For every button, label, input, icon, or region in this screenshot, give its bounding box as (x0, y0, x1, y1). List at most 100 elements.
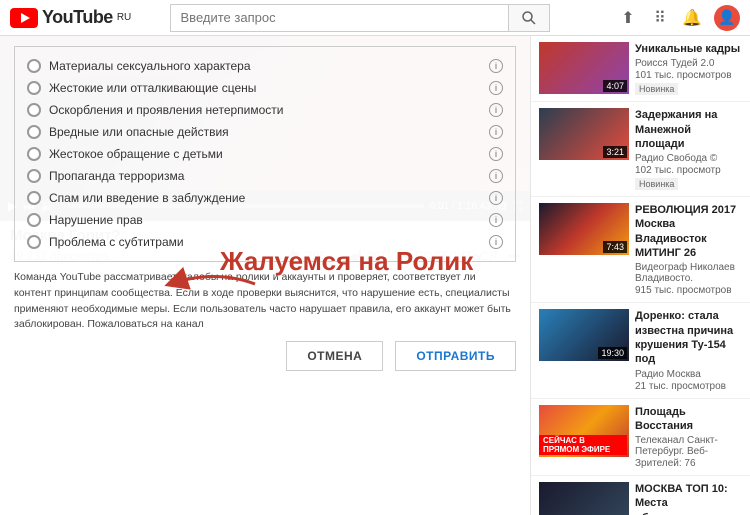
video-thumbnail: 3:21 (539, 108, 629, 160)
video-duration: 3:21 (603, 146, 627, 158)
sidebar-view-count: Зрителей: 76 (635, 458, 742, 469)
logo-text: YouTube (42, 7, 113, 28)
radio-button[interactable] (27, 59, 41, 73)
report-item-label: Жестокие или отталкивающие сцены (49, 81, 256, 95)
radio-button[interactable] (27, 235, 41, 249)
sidebar-video-info: Уникальные кадры Роисся Тудей 2.0 101 ты… (635, 42, 742, 95)
info-icon[interactable]: i (489, 169, 503, 183)
video-thumbnail: СЕЙЧАС В ПРЯМОМ ЭФИРЕ (539, 405, 629, 457)
search-button[interactable] (508, 4, 550, 32)
report-item-label: Нарушение прав (49, 213, 143, 227)
info-icon[interactable]: i (489, 213, 503, 227)
radio-button[interactable] (27, 169, 41, 183)
search-input[interactable] (170, 4, 508, 32)
info-icon[interactable]: i (489, 235, 503, 249)
report-item-label: Жестокое обращение с детьми (49, 147, 223, 161)
report-item[interactable]: Жестокое обращение с детьми i (27, 143, 503, 165)
radio-button[interactable] (27, 125, 41, 139)
sidebar-channel-name: Видеограф Николаев Владивосто. (635, 262, 742, 284)
report-item-label: Спам или введение в заблуждение (49, 191, 245, 205)
radio-button[interactable] (27, 103, 41, 117)
search-icon (521, 10, 537, 26)
video-thumbnail: 19:30 (539, 309, 629, 361)
sidebar-video-item[interactable]: 5:56 МОСКВА ТОП 10: Места обязательные к… (531, 476, 750, 515)
report-item[interactable]: Материалы сексуального характера i (27, 55, 503, 77)
upload-icon[interactable]: ⬆ (618, 8, 638, 28)
sidebar-video-title: Доренко: стала известна причина крушения… (635, 309, 742, 366)
report-item-label: Пропаганда терроризма (49, 169, 184, 183)
report-item[interactable]: Проблема с субтитрами i (27, 231, 503, 253)
search-area (170, 4, 550, 32)
report-items-container: Материалы сексуального характера i Жесто… (27, 55, 503, 253)
report-footer: ОТМЕНА ОТПРАВИТЬ (14, 341, 516, 371)
report-item[interactable]: Жестокие или отталкивающие сцены i (27, 77, 503, 99)
content-area: ▶ ⏭ 🔊 0:01 / 1:16:43 ⚙ ⛶ Москва Горит? 1… (0, 36, 530, 515)
main: ▶ ⏭ 🔊 0:01 / 1:16:43 ⚙ ⛶ Москва Горит? 1… (0, 36, 750, 515)
sidebar-video-title: Площадь Восстания (635, 405, 742, 434)
video-duration: 4:07 (603, 80, 627, 92)
new-badge: Новинка (635, 178, 678, 190)
sidebar-video-title: МОСКВА ТОП 10: Места обязательные к посе… (635, 482, 742, 515)
video-duration: 7:43 (603, 241, 627, 253)
youtube-logo-icon (10, 8, 38, 28)
sidebar: 4:07 Уникальные кадры Роисся Тудей 2.0 1… (530, 36, 750, 515)
info-icon[interactable]: i (489, 103, 503, 117)
cancel-button[interactable]: ОТМЕНА (286, 341, 383, 371)
report-item-label: Материалы сексуального характера (49, 59, 251, 73)
report-description: Команда YouTube рассматривает жалобы на … (14, 270, 516, 333)
sidebar-channel-name: Радио Свобода © (635, 153, 742, 164)
report-item[interactable]: Оскорбления и проявления нетерпимости i (27, 99, 503, 121)
sidebar-view-count: 102 тыс. просмотр (635, 165, 742, 176)
grid-icon[interactable]: ⠿ (650, 8, 670, 28)
report-item-label: Вредные или опасные действия (49, 125, 229, 139)
logo-ru: RU (117, 12, 131, 23)
video-thumbnail: 7:43 (539, 203, 629, 255)
sidebar-video-title: Уникальные кадры (635, 42, 742, 56)
header: YouTube RU ⬆ ⠿ 🔔 👤 (0, 0, 750, 36)
sidebar-view-count: 915 тыс. просмотров (635, 285, 742, 296)
avatar[interactable]: 👤 (714, 5, 740, 31)
sidebar-video-info: Задержания на Манежной площади Радио Сво… (635, 108, 742, 190)
sidebar-channel-name: Радио Москва (635, 369, 742, 380)
sidebar-video-info: Площадь Восстания Телеканал Санкт-Петерб… (635, 405, 742, 470)
report-options-box: Материалы сексуального характера i Жесто… (14, 46, 516, 262)
sidebar-video-info: Доренко: стала известна причина крушения… (635, 309, 742, 391)
sidebar-video-item[interactable]: 7:43 РЕВОЛЮЦИЯ 2017 Москва Владивосток М… (531, 197, 750, 303)
info-icon[interactable]: i (489, 59, 503, 73)
new-badge: Новинка (635, 83, 678, 95)
report-item[interactable]: Спам или введение в заблуждение i (27, 187, 503, 209)
header-icons: ⬆ ⠿ 🔔 👤 (618, 5, 740, 31)
sidebar-video-item[interactable]: 3:21 Задержания на Манежной площади Ради… (531, 102, 750, 197)
video-duration: 19:30 (598, 347, 627, 359)
info-icon[interactable]: i (489, 125, 503, 139)
sidebar-video-item[interactable]: СЕЙЧАС В ПРЯМОМ ЭФИРЕ Площадь Восстания … (531, 399, 750, 477)
radio-button[interactable] (27, 191, 41, 205)
logo-area[interactable]: YouTube RU (10, 7, 131, 28)
info-icon[interactable]: i (489, 147, 503, 161)
sidebar-view-count: 101 тыс. просмотров (635, 70, 742, 81)
sidebar-view-count: 21 тыс. просмотров (635, 381, 742, 392)
submit-button[interactable]: ОТПРАВИТЬ (395, 341, 516, 371)
radio-button[interactable] (27, 81, 41, 95)
sidebar-video-title: РЕВОЛЮЦИЯ 2017 Москва Владивосток МИТИНГ… (635, 203, 742, 260)
sidebar-video-title: Задержания на Манежной площади (635, 108, 742, 151)
report-item-label: Проблема с субтитрами (49, 235, 184, 249)
bell-icon[interactable]: 🔔 (682, 8, 702, 28)
sidebar-video-info: МОСКВА ТОП 10: Места обязательные к посе… (635, 482, 742, 515)
video-thumbnail: 4:07 (539, 42, 629, 94)
video-thumbnail: 5:56 (539, 482, 629, 515)
radio-button[interactable] (27, 213, 41, 227)
report-item-label: Оскорбления и проявления нетерпимости (49, 103, 284, 117)
live-badge: СЕЙЧАС В ПРЯМОМ ЭФИРЕ (539, 435, 627, 455)
info-icon[interactable]: i (489, 191, 503, 205)
report-item[interactable]: Нарушение прав i (27, 209, 503, 231)
sidebar-video-item[interactable]: 4:07 Уникальные кадры Роисся Тудей 2.0 1… (531, 36, 750, 102)
info-icon[interactable]: i (489, 81, 503, 95)
report-item[interactable]: Пропаганда терроризма i (27, 165, 503, 187)
sidebar-video-info: РЕВОЛЮЦИЯ 2017 Москва Владивосток МИТИНГ… (635, 203, 742, 296)
report-item[interactable]: Вредные или опасные действия i (27, 121, 503, 143)
sidebar-channel-name: Телеканал Санкт-Петербург. Веб- (635, 435, 742, 457)
radio-button[interactable] (27, 147, 41, 161)
sidebar-video-item[interactable]: 19:30 Доренко: стала известна причина кр… (531, 303, 750, 398)
sidebar-channel-name: Роисся Тудей 2.0 (635, 58, 742, 69)
